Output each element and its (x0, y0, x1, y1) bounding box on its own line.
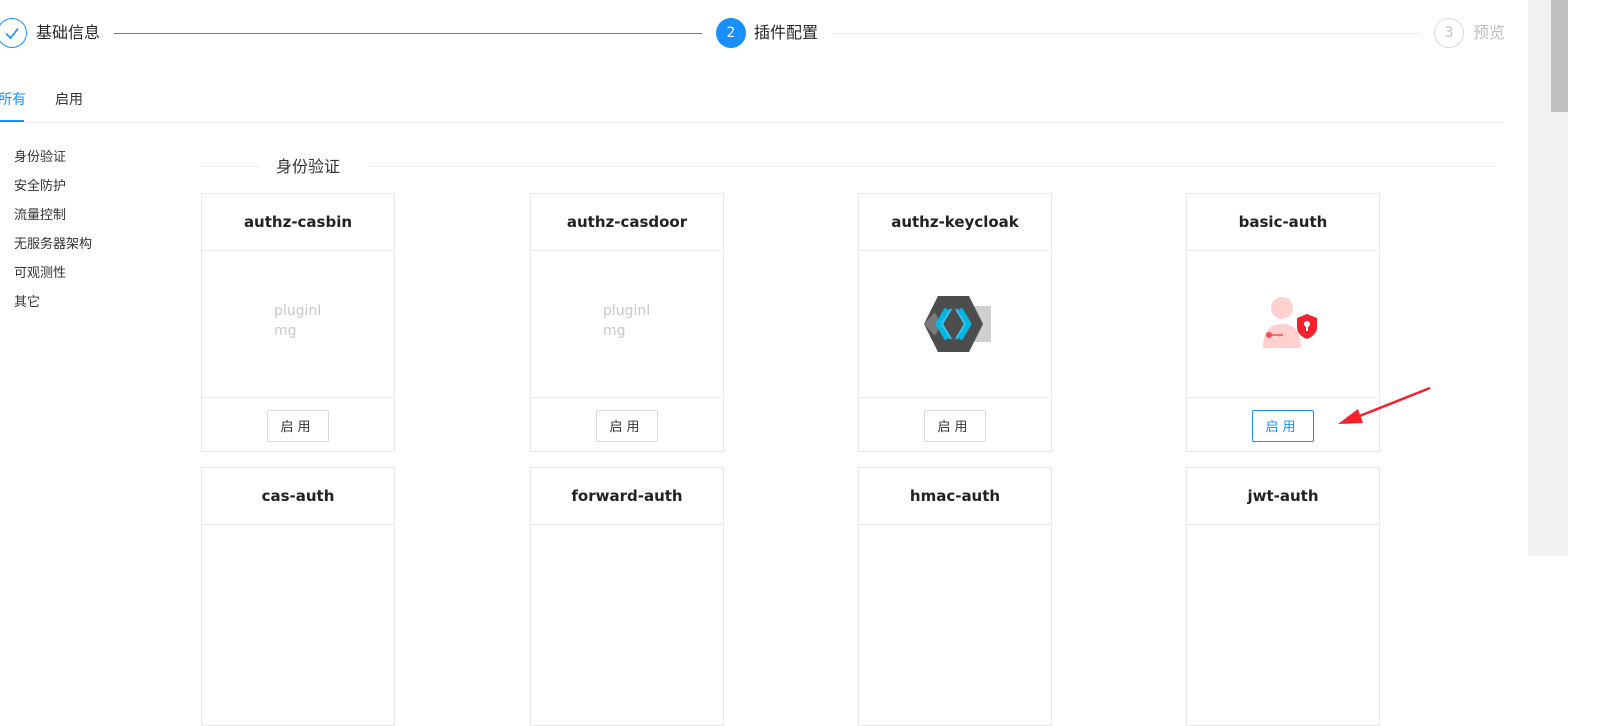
broken-image-alt: pluginImg (274, 303, 322, 339)
scrollbar-thumb[interactable] (1551, 0, 1568, 112)
plugin-card-forward-auth: forward-auth (530, 467, 724, 726)
steps-bar: 基础信息 2 插件配置 3 预览 (0, 0, 1530, 70)
plugin-image-area (1187, 251, 1379, 398)
tab-enabled[interactable]: 启用 (55, 90, 83, 110)
section-divider-right (370, 166, 1496, 167)
plugin-card-authz-keycloak: authz-keycloak 启用 (858, 193, 1052, 452)
plugin-card-cas-auth: cas-auth (201, 467, 395, 726)
enable-button[interactable]: 启用 (1252, 409, 1314, 442)
plugin-name: authz-casbin (202, 194, 394, 251)
section-title: 身份验证 (276, 157, 341, 176)
plugin-image-area: pluginImg (202, 251, 394, 398)
plugin-card-hmac-auth: hmac-auth (858, 467, 1052, 726)
plugin-name: authz-casdoor (531, 194, 723, 251)
category-item-auth[interactable]: 身份验证 (14, 143, 92, 172)
step-connector-2 (832, 33, 1420, 34)
category-item-other[interactable]: 其它 (14, 288, 92, 317)
category-list: 身份验证 安全防护 流量控制 无服务器架构 可观测性 其它 (14, 143, 92, 317)
step-1-title: 基础信息 (36, 23, 101, 42)
broken-image-alt: pluginImg (603, 303, 651, 339)
active-tab-indicator (0, 120, 24, 122)
plugin-card-authz-casdoor: authz-casdoor pluginImg 启用 (530, 193, 724, 452)
enable-button[interactable]: 启用 (924, 409, 986, 442)
step-3-number: 3 (1434, 18, 1464, 48)
step-1-check-icon (0, 18, 27, 48)
section-header: 身份验证 (200, 150, 1496, 182)
right-edge (1568, 0, 1613, 556)
filter-tabs: 所有 启用 (0, 80, 1504, 123)
category-item-serverless[interactable]: 无服务器架构 (14, 230, 92, 259)
keycloak-icon (924, 296, 991, 352)
step-connector-1 (114, 33, 702, 34)
category-item-traffic[interactable]: 流量控制 (14, 201, 92, 230)
plugin-card-authz-casbin: authz-casbin pluginImg 启用 (201, 193, 395, 452)
plugin-image-area (859, 251, 1051, 398)
step-3-title: 预览 (1473, 23, 1506, 42)
step-2-number: 2 (716, 18, 746, 48)
plugin-card-jwt-auth: jwt-auth (1186, 467, 1380, 726)
plugin-image-area: pluginImg (531, 251, 723, 398)
plugin-name: cas-auth (202, 468, 394, 525)
enable-button[interactable]: 启用 (596, 409, 658, 442)
plugin-name: basic-auth (1187, 194, 1379, 251)
plugin-name: authz-keycloak (859, 194, 1051, 251)
annotation-arrow-icon (1338, 386, 1431, 424)
user-shield-icon (1263, 297, 1317, 348)
step-2-title: 插件配置 (754, 23, 819, 42)
plugin-name: hmac-auth (859, 468, 1051, 525)
category-item-security[interactable]: 安全防护 (14, 172, 92, 201)
category-item-observability[interactable]: 可观测性 (14, 259, 92, 288)
plugin-name: jwt-auth (1187, 468, 1379, 525)
plugin-name: forward-auth (531, 468, 723, 525)
enable-button[interactable]: 启用 (267, 409, 329, 442)
section-divider-left (200, 166, 260, 167)
tab-all[interactable]: 所有 (0, 90, 26, 110)
